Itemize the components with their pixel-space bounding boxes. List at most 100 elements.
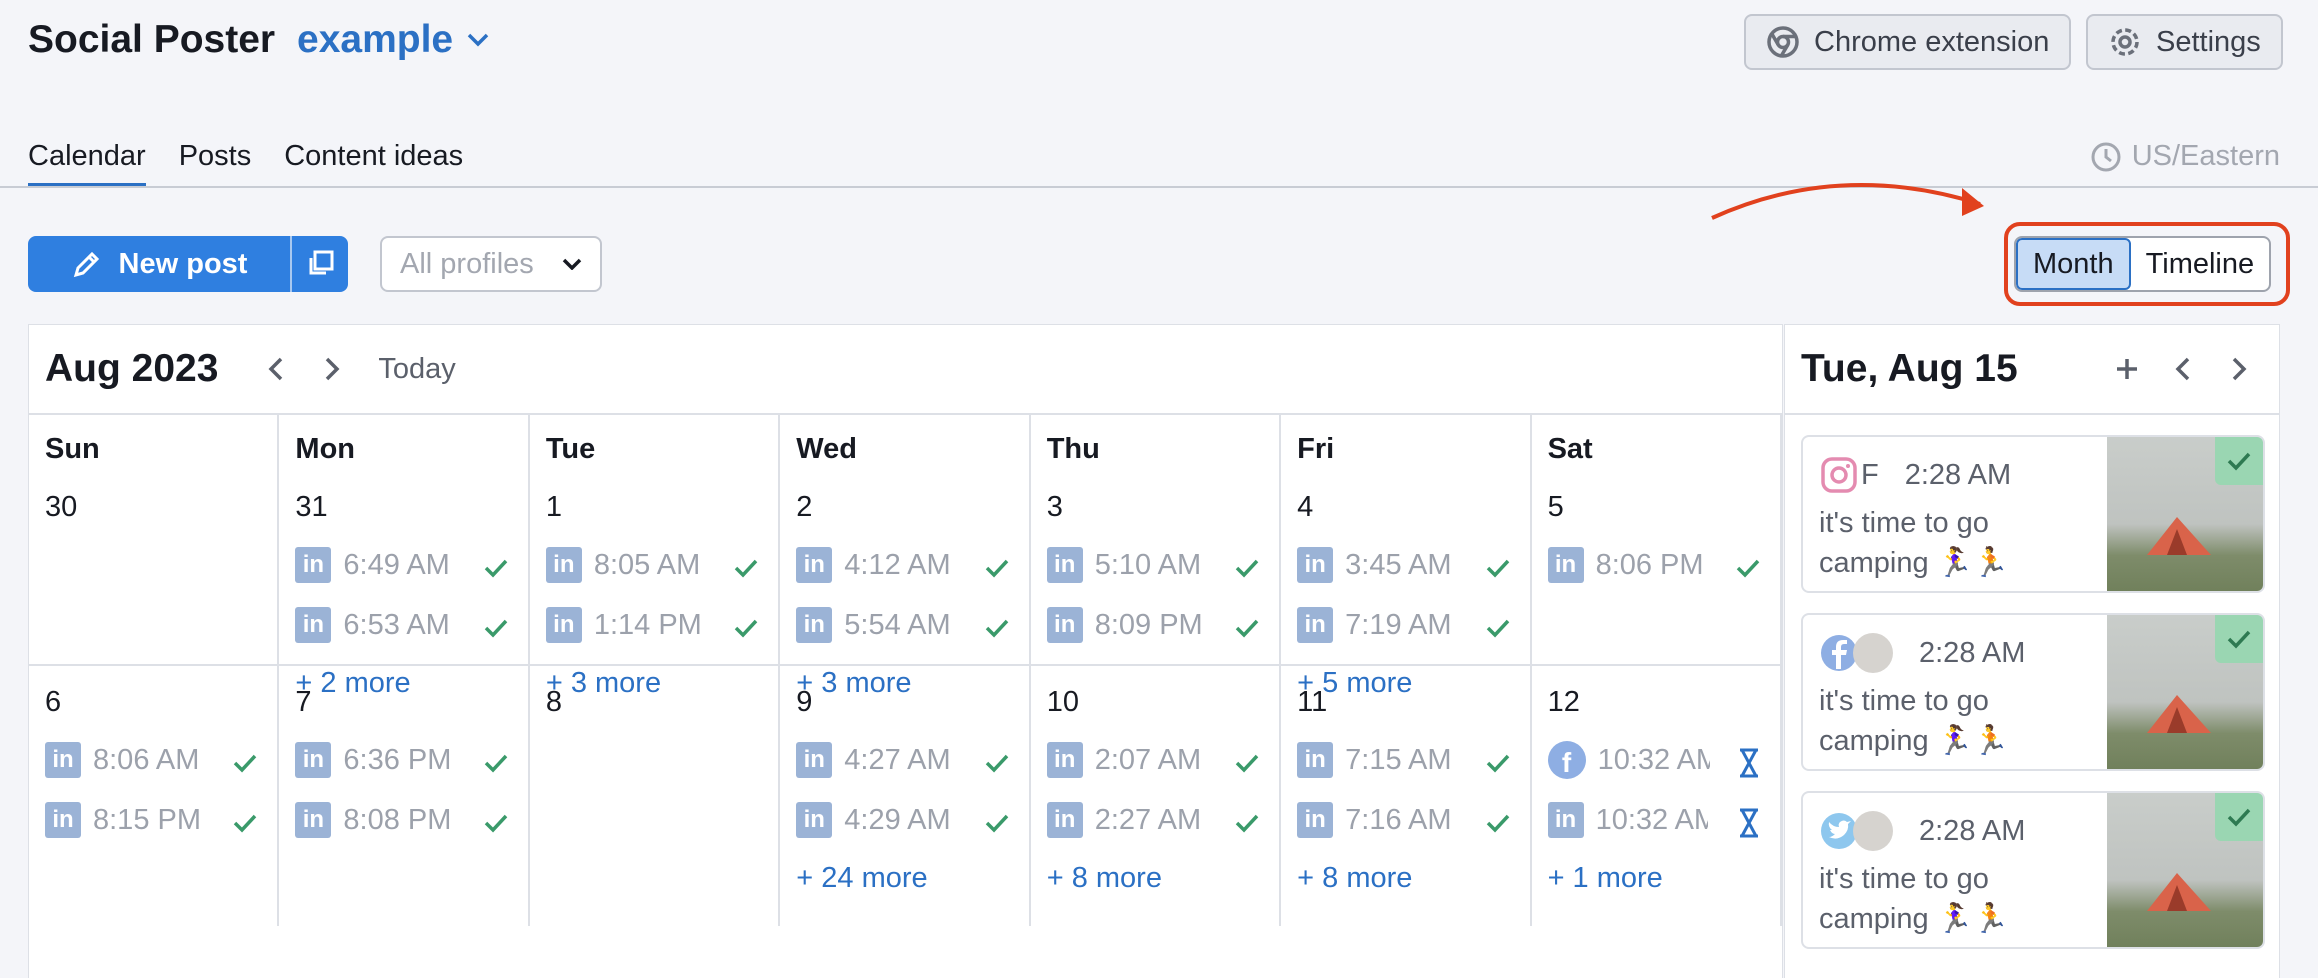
post-time: 6:49 AM: [343, 548, 450, 581]
calendar-post[interactable]: in 7:15 AM: [1297, 730, 1529, 790]
day-cell[interactable]: 8: [530, 666, 781, 926]
post-time: 2:07 AM: [1094, 743, 1202, 776]
linkedin-icon: in: [1297, 742, 1334, 778]
tab-posts[interactable]: Posts: [179, 140, 252, 188]
duplicate-post-button[interactable]: [292, 236, 348, 292]
profile-initial: F: [1861, 458, 1879, 491]
add-post-button[interactable]: [2099, 356, 2155, 382]
day-cell[interactable]: 11 in 7:15 AM in 7:16 AM + 8 more: [1281, 666, 1532, 926]
post-preview-card[interactable]: 2:28 AM it's time to go camping 🏃‍♀️🏃: [1801, 613, 2265, 771]
annotation-arrow: [1711, 183, 1984, 220]
more-posts-link[interactable]: + 1 more: [1548, 850, 1780, 906]
timeline-view-button[interactable]: Timeline: [2131, 238, 2270, 290]
pencil-icon: [73, 251, 99, 278]
calendar-post[interactable]: in 4:27 AM: [796, 730, 1028, 790]
day-cell[interactable]: 12 f 10:32 AM in 10:32 AM + 1 more: [1532, 666, 1782, 926]
calendar-week: 30 31 in 6:49 AM in 6:53 AM + 2 more 1 in 8:05 AM…: [29, 477, 1782, 699]
day-number: 5: [1547, 491, 1564, 523]
day-number: 10: [1046, 686, 1079, 718]
day-cell[interactable]: 30: [29, 477, 280, 666]
post-time: 4:12 AM: [844, 548, 951, 581]
day-cell[interactable]: 7 in 6:36 PM in 8:08 PM: [279, 666, 530, 926]
calendar-post[interactable]: in 2:07 AM: [1046, 730, 1279, 790]
day-number: 31: [295, 491, 328, 523]
day-cell[interactable]: 2 in 4:12 AM in 5:54 AM + 3 more: [780, 477, 1031, 699]
calendar-post[interactable]: in 8:05 AM: [545, 535, 778, 595]
day-cell[interactable]: 5 in 8:06 PM: [1531, 477, 1782, 666]
today-button[interactable]: Today: [378, 353, 455, 386]
day-cell[interactable]: 31 in 6:49 AM in 6:53 AM + 2 more: [279, 477, 530, 699]
new-post-label: New post: [118, 247, 248, 280]
timezone-selector[interactable]: US/Eastern: [2090, 140, 2280, 173]
calendar-post[interactable]: in 8:09 PM: [1046, 595, 1279, 655]
day-cell[interactable]: 9 in 4:27 AM in 4:29 AM + 24 more: [780, 666, 1031, 926]
next-day-button[interactable]: [2211, 356, 2267, 382]
day-cell[interactable]: 6 in 8:06 AM in 8:15 PM: [29, 666, 280, 926]
day-panel-title: Tue, Aug 15: [1801, 347, 2018, 390]
settings-button[interactable]: Settings: [2086, 14, 2283, 70]
linkedin-icon: in: [1046, 607, 1083, 643]
calendar-post[interactable]: in 5:10 AM: [1046, 535, 1279, 595]
calendar-post[interactable]: in 4:12 AM: [796, 535, 1028, 595]
calendar-post[interactable]: in 6:53 AM: [295, 595, 527, 655]
tab-content-ideas[interactable]: Content ideas: [284, 140, 463, 188]
calendar-post[interactable]: in 8:15 PM: [45, 790, 277, 850]
post-time: 8:09 PM: [1094, 608, 1203, 641]
calendar-post[interactable]: in 3:45 AM: [1297, 535, 1529, 595]
hourglass-icon: [1738, 808, 1760, 846]
linkedin-icon: in: [796, 607, 833, 643]
calendar-post[interactable]: in 1:14 PM: [545, 595, 778, 655]
post-time: 8:06 AM: [93, 743, 200, 776]
linkedin-icon: in: [1297, 547, 1334, 583]
calendar-post[interactable]: in 5:54 AM: [796, 595, 1028, 655]
day-number: 8: [545, 686, 562, 718]
calendar-post[interactable]: in 4:29 AM: [796, 790, 1028, 850]
day-cell[interactable]: 3 in 5:10 AM in 8:09 PM: [1030, 477, 1282, 666]
more-posts-link[interactable]: + 8 more: [1297, 850, 1529, 906]
hourglass-icon: [1738, 748, 1760, 786]
calendar-post[interactable]: f 10:32 AM: [1547, 730, 1780, 790]
day-number: 11: [1297, 686, 1328, 718]
linkedin-icon: in: [1297, 607, 1334, 643]
calendar-post[interactable]: in 10:32 AM: [1547, 790, 1780, 850]
linkedin-icon: in: [295, 802, 332, 838]
chrome-extension-button[interactable]: Chrome extension: [1744, 14, 2072, 70]
linkedin-icon: in: [796, 742, 833, 778]
check-icon: [484, 553, 508, 586]
day-number: 30: [45, 491, 78, 523]
calendar-post[interactable]: in 7:19 AM: [1297, 595, 1529, 655]
post-time: 7:15 AM: [1345, 743, 1452, 776]
day-cell[interactable]: 4 in 3:45 AM in 7:19 AM + 5 more: [1281, 477, 1532, 699]
calendar-post[interactable]: in 6:36 PM: [295, 730, 527, 790]
post-time: 2:28 AM: [1919, 814, 2026, 847]
month-view-button[interactable]: Month: [2016, 238, 2131, 290]
calendar-post[interactable]: in 6:49 AM: [295, 535, 527, 595]
next-month-button[interactable]: [304, 356, 360, 382]
day-cell[interactable]: 10 in 2:07 AM in 2:27 AM + 8 more: [1031, 666, 1282, 926]
profiles-dropdown[interactable]: All profiles: [380, 236, 602, 292]
gear-icon: [2111, 28, 2139, 56]
calendar-post[interactable]: in 8:06 PM: [1547, 535, 1780, 595]
new-post-button[interactable]: New post: [28, 236, 292, 292]
post-preview-card[interactable]: 2:28 AM it's time to go camping 🏃‍♀️🏃: [1801, 791, 2265, 949]
day-number: 2: [796, 491, 813, 523]
more-posts-link[interactable]: + 8 more: [1047, 850, 1279, 906]
post-text: it's time to go camping 🏃‍♀️🏃: [1819, 685, 2009, 757]
more-posts-link[interactable]: + 24 more: [796, 850, 1028, 906]
post-preview-card[interactable]: F 2:28 AM it's time to go camping 🏃‍♀️🏃: [1801, 435, 2265, 593]
calendar-post[interactable]: in 8:08 PM: [295, 790, 527, 850]
day-number: 7: [295, 686, 312, 718]
calendar-post[interactable]: in 2:27 AM: [1046, 790, 1279, 850]
tab-calendar[interactable]: Calendar: [28, 140, 146, 188]
check-icon: [233, 808, 257, 841]
project-selector[interactable]: example: [297, 18, 489, 62]
view-toggle: Month Timeline: [2014, 236, 2272, 292]
calendar-post[interactable]: in 8:06 AM: [45, 730, 277, 790]
prev-day-button[interactable]: [2155, 356, 2211, 382]
check-icon: [1235, 553, 1259, 586]
calendar-month-title: Aug 2023: [45, 347, 219, 390]
day-cell[interactable]: 1 in 8:05 AM in 1:14 PM + 3 more: [529, 477, 781, 699]
post-time: 2:28 AM: [1904, 458, 2012, 491]
prev-month-button[interactable]: [248, 356, 304, 382]
calendar-post[interactable]: in 7:16 AM: [1297, 790, 1529, 850]
